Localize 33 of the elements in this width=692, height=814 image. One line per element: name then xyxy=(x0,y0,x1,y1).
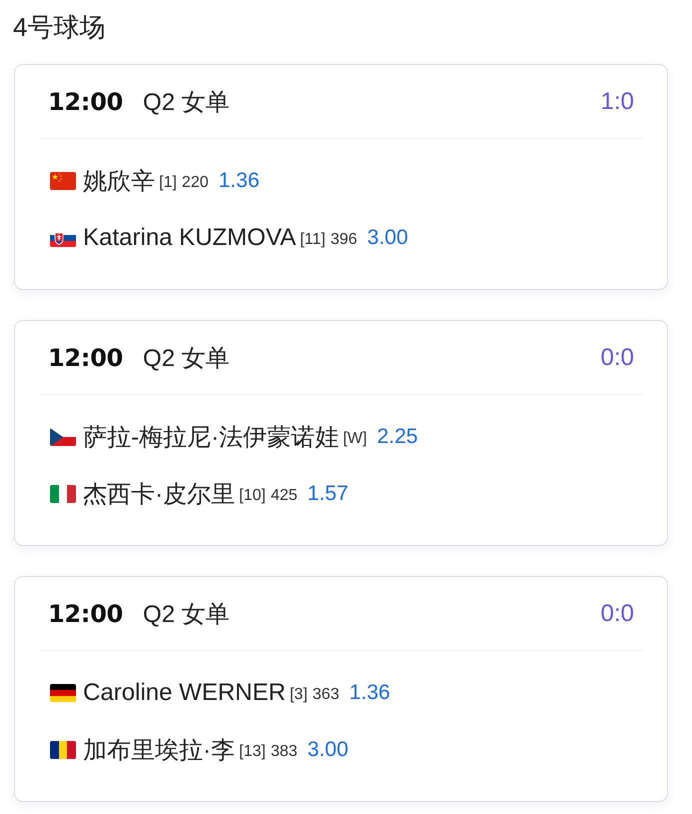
match-time: 12:00 xyxy=(48,344,123,372)
player-seed: [11] xyxy=(300,231,326,249)
player-odds: 3.00 xyxy=(367,226,408,250)
player-odds: 1.57 xyxy=(307,482,348,506)
match-time: 12:00 xyxy=(48,600,123,628)
match-round: Q2 女单 xyxy=(142,600,230,630)
player-name: 萨拉-梅拉尼·法伊蒙诺娃 xyxy=(83,422,339,452)
player-name: 杰西卡·皮尔里 xyxy=(83,480,235,510)
player-ranking: 363 xyxy=(312,686,340,704)
player-odds: 1.36 xyxy=(349,680,390,704)
player-name: Caroline WERNER xyxy=(83,678,286,706)
court-title: 4号球场 xyxy=(13,11,106,44)
player-seed: [13] xyxy=(239,743,266,761)
player-name: Katarina KUZMOVA xyxy=(83,224,296,252)
match-score: 0:0 xyxy=(600,344,634,372)
player-ranking: 220 xyxy=(182,174,208,192)
player-odds: 3.00 xyxy=(307,738,348,762)
match-round: Q2 女单 xyxy=(142,88,230,118)
player-ranking: 383 xyxy=(270,743,298,761)
match-score: 0:0 xyxy=(600,600,634,628)
player-seed: [3] xyxy=(290,686,308,704)
player-ranking: 396 xyxy=(330,231,358,249)
player-odds: 2.25 xyxy=(376,424,418,448)
player-name: 姚欣辛 xyxy=(83,166,155,196)
match-score: 1:0 xyxy=(600,88,634,116)
player-odds: 1.36 xyxy=(218,168,260,192)
player-ranking: 425 xyxy=(270,487,298,505)
player-seed: [1] xyxy=(159,174,177,192)
player-seed: [10] xyxy=(239,487,266,505)
match-time: 12:00 xyxy=(48,88,123,116)
match-round: Q2 女单 xyxy=(142,344,230,374)
player-seed: [W] xyxy=(342,430,367,448)
player-name: 加布里埃拉·李 xyxy=(83,736,235,766)
